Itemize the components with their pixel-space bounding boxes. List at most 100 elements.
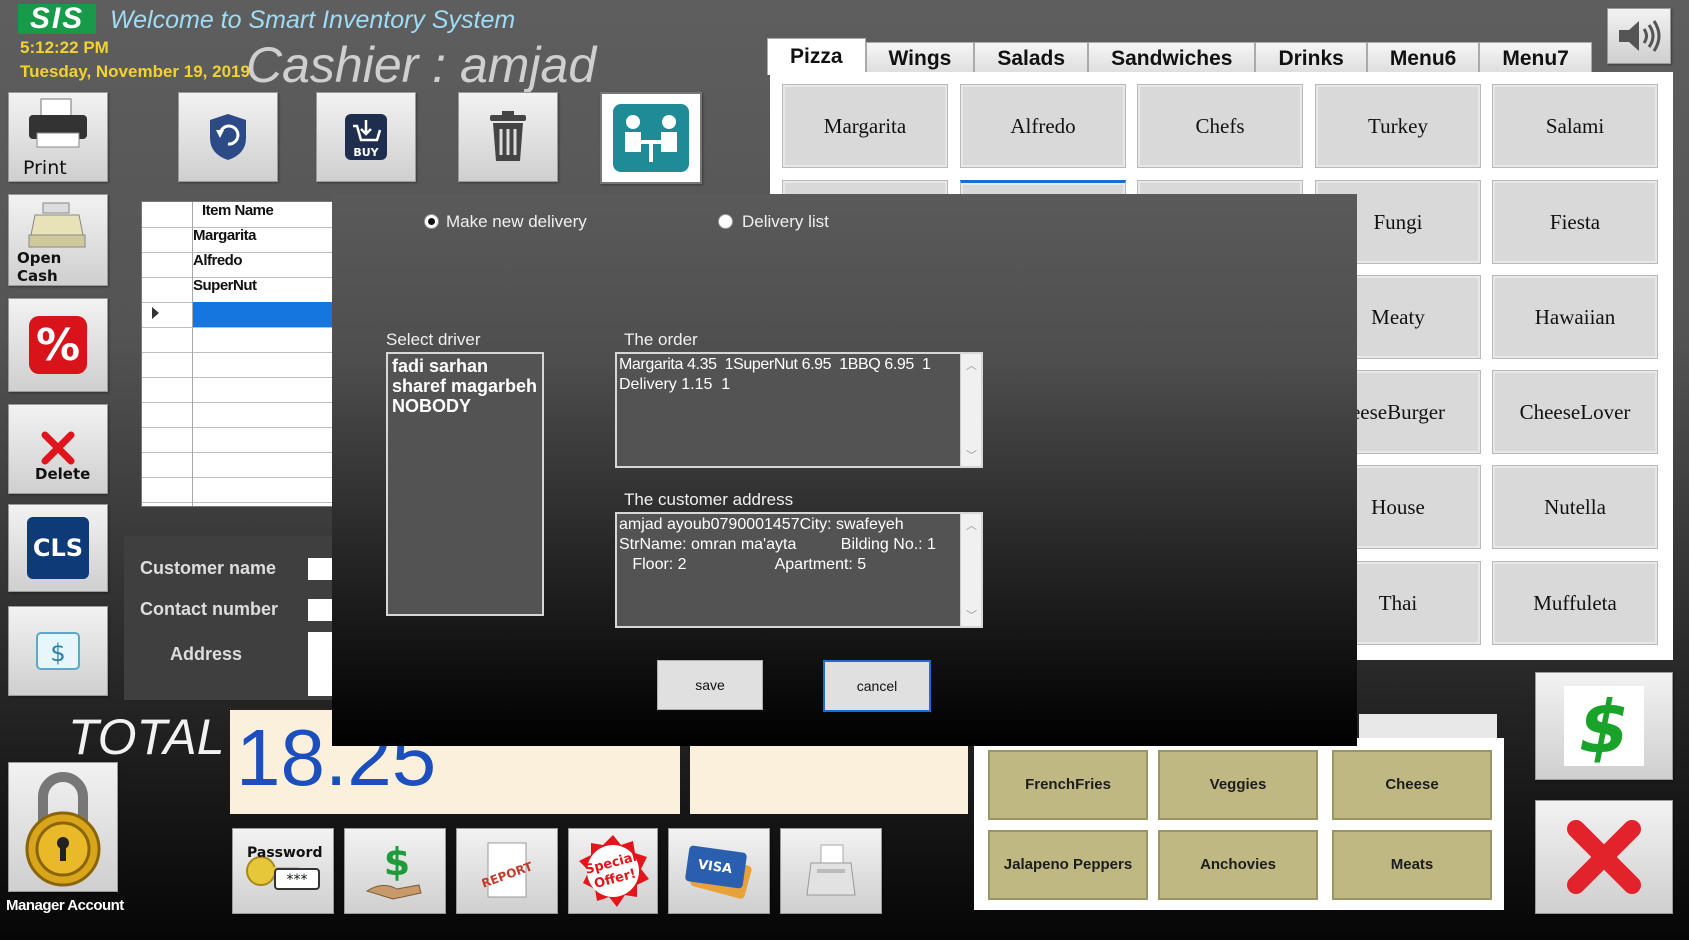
menu-item-cheeselover[interactable]: CheeseLover: [1492, 370, 1658, 454]
menu-item-margarita[interactable]: Margarita: [782, 84, 948, 168]
pay-button[interactable]: $: [1535, 672, 1673, 780]
tab-salads[interactable]: Salads: [974, 42, 1089, 75]
manager-account-label: Manager Account: [6, 897, 124, 914]
menu-item-hawaiian[interactable]: Hawaiian: [1492, 275, 1658, 359]
receipt-printer-icon: [806, 844, 856, 896]
selected-cell: [193, 302, 334, 327]
table-row[interactable]: Alfredo: [142, 252, 334, 278]
driver-option[interactable]: fadi sarhan: [392, 356, 488, 377]
cls-icon: CLS: [27, 517, 89, 579]
app-logo: SIS: [18, 4, 96, 34]
extra-cheese[interactable]: Cheese: [1332, 750, 1492, 820]
svg-text:$: $: [384, 841, 410, 884]
payment-button[interactable]: $: [344, 828, 446, 914]
menu-item-nutella[interactable]: Nutella: [1492, 465, 1658, 549]
sound-button[interactable]: [1607, 8, 1671, 64]
driver-option[interactable]: NOBODY: [392, 396, 471, 417]
item-name-header: Item Name: [202, 202, 274, 219]
svg-text:***: ***: [287, 872, 308, 888]
table-row[interactable]: [142, 402, 334, 428]
tab-drinks[interactable]: Drinks: [1255, 42, 1367, 75]
menu-item-fiesta[interactable]: Fiesta: [1492, 180, 1658, 264]
address-text-line: amjad ayoub0790001457City: swafeyeh: [619, 516, 904, 533]
report-button[interactable]: REPORT: [456, 828, 558, 914]
menu-item-alfredo[interactable]: Alfredo: [960, 84, 1126, 168]
card-payment-button[interactable]: VISA: [668, 828, 770, 914]
cls-button[interactable]: CLS: [8, 504, 108, 592]
printer-icon: [29, 98, 87, 148]
table-row[interactable]: [142, 352, 334, 378]
table-row[interactable]: [142, 377, 334, 403]
table-row[interactable]: [142, 427, 334, 453]
grid-header-row: Item Name: [142, 202, 334, 228]
delete-button[interactable]: Delete: [8, 404, 108, 494]
tab-wings[interactable]: Wings: [865, 42, 975, 75]
special-offer-icon: Special Offer!: [579, 835, 649, 907]
cancel-button[interactable]: cancel: [823, 660, 931, 712]
exit-button[interactable]: [1535, 800, 1673, 914]
secondary-display: [690, 746, 968, 814]
trash-button[interactable]: [458, 92, 558, 182]
tab-menu7[interactable]: Menu7: [1479, 42, 1592, 75]
buy-button[interactable]: BUY: [316, 92, 416, 182]
order-textbox[interactable]: Margarita 4.35 1SuperNut 6.95 1BBQ 6.95 …: [615, 352, 983, 468]
special-offer-button[interactable]: Special Offer!: [568, 828, 658, 914]
clock-time: 5:12:22 PM: [20, 38, 109, 57]
select-driver-label: Select driver: [386, 330, 481, 349]
order-grid[interactable]: Item Name Margarita Alfredo SuperNut: [141, 201, 335, 507]
the-order-label: The order: [624, 330, 698, 349]
extra-frenchfries[interactable]: FrenchFries: [988, 750, 1148, 820]
welcome-title: Welcome to Smart Inventory System: [110, 6, 516, 34]
driver-list[interactable]: fadi sarhan sharef magarbeh NOBODY: [386, 352, 544, 616]
password-button[interactable]: *** Password: [232, 828, 334, 914]
save-button[interactable]: save: [657, 660, 763, 710]
cash-register-icon: [28, 202, 86, 248]
print-label: Print: [23, 157, 67, 179]
driver-option[interactable]: sharef magarbeh: [392, 376, 537, 397]
open-cash-button[interactable]: Open Cash: [8, 194, 108, 286]
menu-item-salami[interactable]: Salami: [1492, 84, 1658, 168]
tab-sandwiches[interactable]: Sandwiches: [1088, 42, 1256, 75]
delivery-list-radio[interactable]: [718, 214, 733, 229]
tab-menu6[interactable]: Menu6: [1366, 42, 1480, 75]
dine-in-icon: [613, 104, 689, 172]
cash-button[interactable]: $: [8, 606, 108, 696]
customer-address-textbox[interactable]: amjad ayoub0790001457City: swafeyeh StrN…: [615, 512, 983, 628]
delete-label: Delete: [35, 465, 91, 483]
tab-pizza[interactable]: Pizza: [767, 38, 866, 75]
exit-x-icon: [1567, 820, 1641, 894]
menu-item-muffuleta[interactable]: Muffuleta: [1492, 561, 1658, 645]
tables-button[interactable]: [600, 92, 702, 184]
return-button[interactable]: [178, 92, 278, 182]
table-row[interactable]: [142, 452, 334, 478]
address-text-line: Floor: 2 Apartment: 5: [619, 556, 867, 573]
cashier-name: Cashier : amjad: [246, 37, 597, 93]
table-row[interactable]: Margarita: [142, 227, 334, 253]
table-row[interactable]: [142, 477, 334, 503]
extra-veggies[interactable]: Veggies: [1158, 750, 1318, 820]
extra-jalapeno-peppers[interactable]: Jalapeno Peppers: [988, 830, 1148, 900]
delivery-dialog: Make new delivery Delivery list Select d…: [332, 194, 1357, 746]
open-cash-label: Open Cash: [17, 249, 62, 285]
speaker-icon: [1619, 20, 1661, 52]
menu-item-chefs[interactable]: Chefs: [1137, 84, 1303, 168]
password-label: Password: [247, 845, 323, 861]
order-scrollbar[interactable]: ︿ ﹀: [960, 354, 981, 466]
table-row[interactable]: [142, 327, 334, 353]
receipt-printer-button[interactable]: [780, 828, 882, 914]
table-row[interactable]: SuperNut: [142, 277, 334, 303]
menu-item-turkey[interactable]: Turkey: [1315, 84, 1481, 168]
row-pointer-icon: [152, 307, 159, 319]
trash-icon: [490, 111, 526, 161]
return-icon: [210, 114, 246, 160]
svg-text:$: $: [50, 639, 65, 667]
manager-lock-button[interactable]: [8, 762, 118, 892]
address-scrollbar[interactable]: ︿ ﹀: [960, 514, 981, 626]
extra-anchovies[interactable]: Anchovies: [1158, 830, 1318, 900]
table-row-selected[interactable]: [142, 302, 334, 328]
print-button[interactable]: Print: [8, 92, 108, 182]
extra-meats[interactable]: Meats: [1332, 830, 1492, 900]
make-new-delivery-label: Make new delivery: [446, 212, 587, 231]
make-new-delivery-radio[interactable]: [424, 214, 439, 229]
discount-button[interactable]: %: [8, 298, 108, 392]
